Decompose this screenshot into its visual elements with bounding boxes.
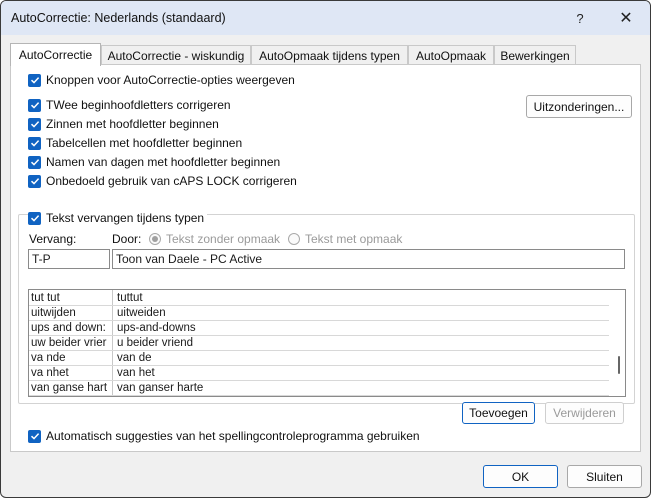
auto-suggestions-label: Automatisch suggesties van het spellingc…: [46, 429, 420, 443]
plain-text-radio[interactable]: Tekst zonder opmaak: [149, 232, 280, 246]
show-buttons-checkbox[interactable]: Knoppen voor AutoCorrectie-opties weerge…: [28, 73, 295, 87]
checkmark-icon: [28, 429, 41, 443]
checkmark-icon: [28, 117, 41, 131]
tab-autoopmaak[interactable]: AutoOpmaak: [408, 45, 494, 65]
checkmark-icon: [28, 174, 41, 188]
entry-to: ups-and-downs: [117, 322, 196, 334]
formatted-text-label: Tekst met opmaak: [305, 232, 403, 246]
replace-text-label: Tekst vervangen tijdens typen: [46, 211, 205, 225]
radio-selected-icon: [149, 233, 161, 245]
table-cells-capital-label: Tabelcellen met hoofdletter beginnen: [46, 136, 243, 150]
checkmark-icon: [28, 155, 41, 169]
caps-lock-checkbox[interactable]: Onbedoeld gebruik van cAPS LOCK corriger…: [28, 174, 297, 188]
caps-lock-label: Onbedoeld gebruik van cAPS LOCK corriger…: [46, 174, 297, 188]
list-item[interactable]: ups and down: ups-and-downs: [29, 321, 609, 336]
entry-to: van het: [117, 367, 155, 379]
close-icon[interactable]: ✕: [603, 1, 649, 35]
entry-to: u beider vriend: [117, 337, 194, 349]
list-item[interactable]: va nde van de: [29, 351, 609, 366]
entry-from: ups and down:: [31, 322, 106, 334]
list-item[interactable]: van ganse hart van ganser harte: [29, 381, 609, 396]
list-item[interactable]: uw beider vrier u beider vriend: [29, 336, 609, 351]
ok-button[interactable]: OK: [483, 465, 558, 488]
autocorrect-dialog: AutoCorrectie: Nederlands (standaard) ? …: [0, 0, 651, 498]
two-initial-caps-label: TWee beginhoofdletters corrigeren: [46, 98, 231, 112]
exceptions-button[interactable]: Uitzonderingen...: [526, 95, 632, 118]
day-names-capital-label: Namen van dagen met hoofdletter beginnen: [46, 155, 281, 169]
entry-from: uitwijden: [31, 307, 76, 319]
title-bar[interactable]: AutoCorrectie: Nederlands (standaard) ? …: [1, 1, 650, 35]
table-cells-capital-checkbox[interactable]: Tabelcellen met hoofdletter beginnen: [28, 136, 242, 150]
list-item[interactable]: tut tut tuttut: [29, 291, 609, 306]
entry-from: va nhet: [31, 367, 69, 379]
auto-suggestions-checkbox[interactable]: Automatisch suggesties van het spellingc…: [28, 429, 420, 443]
replace-text-checkbox[interactable]: Tekst vervangen tijdens typen: [28, 211, 208, 225]
show-buttons-label: Knoppen voor AutoCorrectie-opties weerge…: [46, 73, 295, 87]
list-scrollbar[interactable]: [611, 290, 625, 396]
sentences-capital-label: Zinnen met hoofdletter beginnen: [46, 117, 219, 131]
entry-from: uw beider vrier: [31, 337, 107, 349]
entries-list[interactable]: tut tut tuttut uitwijden uitweiden ups a…: [28, 289, 626, 397]
close-button[interactable]: Sluiten: [567, 465, 642, 488]
two-initial-caps-checkbox[interactable]: TWee beginhoofdletters corrigeren: [28, 98, 231, 112]
checkmark-icon: [28, 73, 41, 87]
entry-to: tuttut: [117, 292, 143, 304]
entry-from: va nde: [31, 352, 66, 364]
entry-to: van de: [117, 352, 152, 364]
plain-text-label: Tekst zonder opmaak: [166, 232, 281, 246]
radio-empty-icon: [288, 233, 300, 245]
tab-bewerkingen[interactable]: Bewerkingen: [494, 45, 576, 65]
tab-autoopmaak-tijdens-typen[interactable]: AutoOpmaak tijdens typen: [251, 45, 408, 65]
replace-input[interactable]: T-P: [28, 249, 110, 269]
entry-to: van ganser harte: [117, 382, 204, 394]
replace-label: Vervang:: [29, 232, 77, 246]
list-item[interactable]: va nhet van het: [29, 366, 609, 381]
day-names-capital-checkbox[interactable]: Namen van dagen met hoofdletter beginnen: [28, 155, 280, 169]
tab-autocorrectie-wiskundig[interactable]: AutoCorrectie - wiskundig: [101, 45, 251, 65]
remove-button[interactable]: Verwijderen: [545, 402, 624, 424]
entry-from: tut tut: [31, 292, 60, 304]
add-button[interactable]: Toevoegen: [462, 402, 535, 424]
checkmark-icon: [28, 98, 41, 112]
with-label: Door:: [112, 232, 142, 246]
entry-to: uitweiden: [117, 307, 166, 319]
list-item[interactable]: uitwijden uitweiden: [29, 306, 609, 321]
tab-autocorrectie[interactable]: AutoCorrectie: [10, 43, 101, 66]
with-input[interactable]: Toon van Daele - PC Active: [112, 249, 625, 269]
checkmark-icon: [28, 136, 41, 150]
window-title: AutoCorrectie: Nederlands (standaard): [11, 11, 226, 25]
formatted-text-radio[interactable]: Tekst met opmaak: [288, 232, 402, 246]
sentences-capital-checkbox[interactable]: Zinnen met hoofdletter beginnen: [28, 117, 219, 131]
scrollbar-thumb[interactable]: [618, 356, 620, 374]
help-icon[interactable]: ?: [557, 1, 603, 35]
checkmark-icon: [28, 211, 41, 225]
entry-from: van ganse hart: [31, 382, 108, 394]
